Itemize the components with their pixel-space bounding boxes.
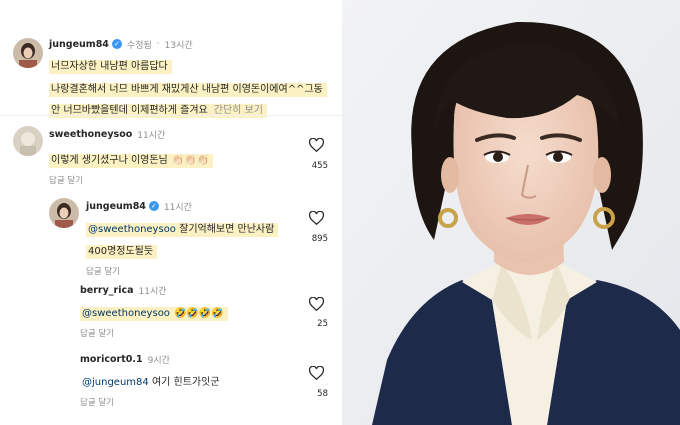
heart-outline-icon (308, 297, 324, 311)
laughing-emoji: 🤣🤣🤣🤣 (173, 308, 224, 319)
mention-link[interactable]: @sweethoneysoo (88, 224, 176, 235)
reply-button[interactable]: 답글 달기 (49, 174, 83, 186)
heart-outline-icon (308, 138, 324, 152)
comment-text: 여기 힌트가잇군 (151, 377, 220, 388)
comment-text: 이렇게 생기셨구나 이영돈님 (51, 155, 168, 166)
reply-button[interactable]: 답글 달기 (80, 396, 114, 408)
comment-username[interactable]: berry_rica (80, 285, 134, 296)
like-button[interactable] (308, 366, 324, 380)
comment-item: moricort0.1 9시간 @jungeum84 여기 힌트가잇군 답글 달… (0, 351, 342, 411)
comment-time: 11시간 (137, 130, 166, 141)
reply-button[interactable]: 답글 달기 (80, 327, 114, 339)
comment-time: 9시간 (147, 355, 170, 366)
like-button[interactable] (308, 297, 324, 311)
comments-panel: jungeum84 ✓ 수정됨 · 13시간 너므자상한 내남편 아름답다 나랑… (0, 0, 342, 425)
comment-text: 잘기억해보면 만난사람 (179, 224, 275, 235)
like-count: 455 (311, 161, 328, 171)
mention-link[interactable]: @jungeum84 (82, 377, 149, 388)
mention-link[interactable]: @sweethoneysoo (82, 308, 170, 319)
comment-text-line: 너므자상한 내남편 아름답다 (49, 60, 172, 74)
comment-item: sweethoneysoo 11시간 이렇게 생기셨구나 이영돈님 👏🏻👏🏻👏🏻 … (0, 124, 342, 186)
comment-time: 11시간 (163, 202, 192, 213)
like-button[interactable] (308, 138, 324, 152)
avatar[interactable] (13, 126, 43, 156)
like-count: 25 (317, 319, 328, 329)
comment-item: jungeum84 ✓ 11시간 @sweethoneysoo 잘기억해보면 만… (0, 196, 342, 277)
comment-text-line: 400명정도될듯 (86, 245, 158, 259)
comment-time: 11시간 (138, 286, 167, 297)
edited-label: 수정됨 (126, 40, 152, 51)
comment-username[interactable]: moricort0.1 (80, 354, 143, 365)
verified-check-icon: ✓ (111, 39, 122, 49)
heart-outline-icon (308, 211, 324, 225)
like-count: 895 (311, 234, 328, 244)
avatar[interactable] (49, 198, 79, 228)
clap-emoji: 👏🏻👏🏻👏🏻 (171, 155, 210, 166)
heart-outline-icon (308, 366, 324, 380)
comment-time: 13시간 (164, 40, 193, 51)
reply-button[interactable]: 답글 달기 (86, 265, 120, 277)
comment-item: berry_rica 11시간 @sweethoneysoo 🤣🤣🤣🤣 답글 달기… (0, 282, 342, 339)
like-count: 58 (317, 389, 328, 399)
verified-check-icon: ✓ (148, 201, 159, 211)
comment-item: jungeum84 ✓ 수정됨 · 13시간 너므자상한 내남편 아름답다 나랑… (0, 36, 342, 118)
divider (0, 115, 342, 116)
like-button[interactable] (308, 211, 324, 225)
portrait-photo (342, 0, 680, 425)
comment-username[interactable]: sweethoneysoo (49, 129, 132, 140)
comment-username[interactable]: jungeum84 (86, 201, 146, 212)
comment-text-line: 나랑결혼해서 너므 바쁘게 재밌게산 내남편 이영돈이에여^^그동 (49, 83, 327, 97)
avatar[interactable] (13, 38, 43, 68)
comment-username[interactable]: jungeum84 (49, 39, 109, 50)
